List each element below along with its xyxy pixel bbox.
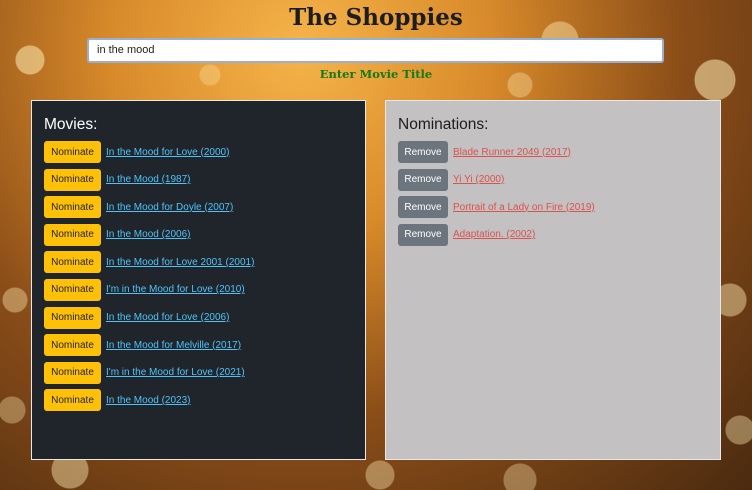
remove-button[interactable]: Remove [398, 141, 448, 163]
movie-row: Nominate In the Mood (1987) [44, 168, 353, 191]
nominate-button[interactable]: Nominate [44, 334, 101, 357]
movie-link[interactable]: In the Mood (2006) [106, 229, 191, 240]
movie-link[interactable]: In the Mood for Love (2006) [106, 312, 229, 323]
movie-row: Nominate In the Mood for Love 2001 (2001… [44, 251, 353, 274]
remove-button[interactable]: Remove [398, 196, 448, 219]
movie-link[interactable]: In the Mood for Melville (2017) [106, 340, 241, 351]
search-input[interactable]: in the mood [87, 38, 664, 63]
movie-row: Nominate In the Mood (2006) [44, 223, 353, 246]
nomination-row: Remove Blade Runner 2049 (2017) [398, 141, 708, 163]
nominate-button[interactable]: Nominate [44, 196, 101, 219]
nominations-heading: Nominations: [398, 116, 489, 133]
nomination-row: Remove Portrait of a Lady on Fire (2019) [398, 196, 708, 219]
movie-row: Nominate In the Mood for Doyle (2007) [44, 196, 353, 219]
nomination-link[interactable]: Yi Yi (2000) [453, 174, 504, 185]
movie-row: Nominate In the Mood (2023) [44, 389, 353, 412]
nominate-button[interactable]: Nominate [44, 361, 101, 384]
page-title: The Shoppies [289, 4, 463, 31]
movie-row: Nominate I'm in the Mood for Love (2021) [44, 361, 353, 384]
movie-link[interactable]: In the Mood (1987) [106, 174, 191, 185]
nomination-row: Remove Adaptation. (2002) [398, 223, 708, 246]
movie-link[interactable]: In the Mood for Love (2000) [106, 147, 229, 158]
movie-row: Nominate In the Mood for Melville (2017) [44, 334, 353, 357]
nominate-button[interactable]: Nominate [44, 306, 101, 329]
nominate-button[interactable]: Nominate [44, 168, 101, 191]
remove-button[interactable]: Remove [398, 223, 448, 246]
movie-link[interactable]: In the Mood (2023) [106, 395, 191, 406]
nominate-button[interactable]: Nominate [44, 389, 101, 412]
movies-heading: Movies: [44, 116, 98, 133]
nomination-link[interactable]: Adaptation. (2002) [453, 229, 535, 240]
nominate-button[interactable]: Nominate [44, 251, 101, 274]
nominate-button[interactable]: Nominate [44, 278, 101, 301]
nominate-button[interactable]: Nominate [44, 223, 101, 246]
nomination-link[interactable]: Portrait of a Lady on Fire (2019) [453, 202, 595, 213]
movie-link[interactable]: In the Mood for Love 2001 (2001) [106, 257, 254, 268]
search-label: Enter Movie Title [319, 67, 433, 81]
movie-link[interactable]: In the Mood for Doyle (2007) [106, 202, 233, 213]
movie-row: Nominate In the Mood for Love (2006) [44, 306, 353, 329]
nominate-button[interactable]: Nominate [44, 141, 101, 163]
remove-button[interactable]: Remove [398, 168, 448, 191]
movies-panel: Movies: Nominate In the Mood for Love (2… [31, 100, 366, 460]
nomination-row: Remove Yi Yi (2000) [398, 168, 708, 191]
nomination-link[interactable]: Blade Runner 2049 (2017) [453, 147, 571, 158]
movie-link[interactable]: I'm in the Mood for Love (2010) [106, 284, 245, 295]
nominations-panel: Nominations: Remove Blade Runner 2049 (2… [385, 100, 721, 460]
movie-row: Nominate In the Mood for Love (2000) [44, 141, 353, 163]
movie-link[interactable]: I'm in the Mood for Love (2021) [106, 367, 245, 378]
movie-row: Nominate I'm in the Mood for Love (2010) [44, 278, 353, 301]
